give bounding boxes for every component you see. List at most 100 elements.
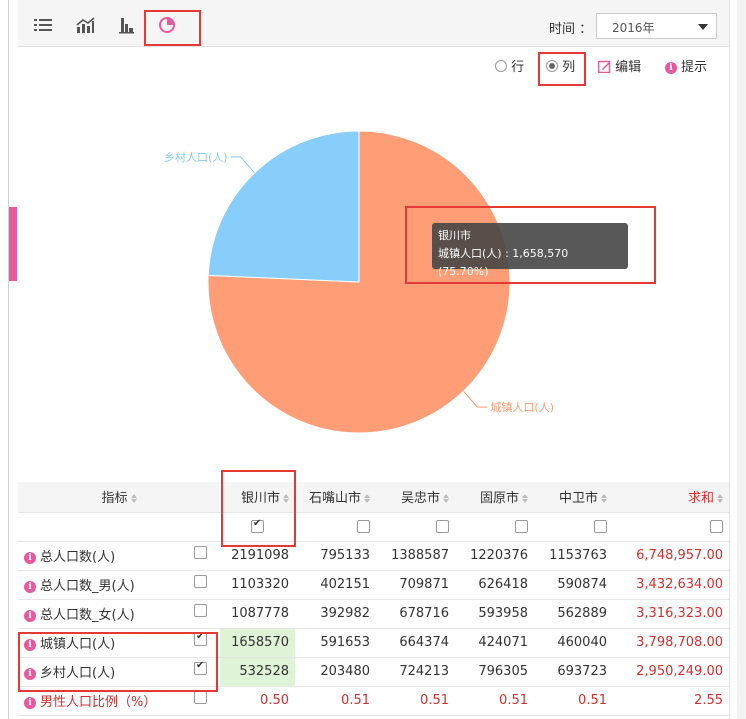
value-cell: 724213 bbox=[376, 657, 455, 687]
value-cell: 678716 bbox=[376, 599, 455, 629]
value-cell: 392982 bbox=[295, 599, 376, 629]
indicator-name: 总人口数_男(人) bbox=[40, 579, 135, 594]
value-cell: 402151 bbox=[295, 570, 376, 600]
indicator-name: 男性人口比例（%） bbox=[40, 695, 157, 710]
data-table: 指标 银川市 石嘴山市 吴忠市 固原市 中卫市 求和 i 总人口数(人) 21910… bbox=[18, 482, 729, 716]
row-checkbox[interactable] bbox=[194, 660, 207, 675]
indicator-cell: i 总人口数(人) bbox=[18, 541, 220, 571]
value-cell: 532528 bbox=[220, 657, 295, 687]
row-checkbox[interactable] bbox=[194, 631, 207, 646]
row-checkbox[interactable] bbox=[194, 546, 207, 559]
indicator-header[interactable]: 指标 bbox=[18, 482, 220, 513]
right-scroll-strip[interactable] bbox=[737, 0, 746, 719]
sort-icon[interactable] bbox=[364, 494, 370, 504]
column-checkbox-cell bbox=[455, 512, 534, 542]
sum-cell: 3,798,708.00 bbox=[613, 628, 729, 658]
table-header-row: 指标 银川市 石嘴山市 吴忠市 固原市 中卫市 求和 bbox=[18, 482, 729, 513]
chevron-down-icon bbox=[698, 24, 708, 30]
value-cell: 2191098 bbox=[220, 541, 295, 571]
indicator-cell: i 总人口数_男(人) bbox=[18, 570, 220, 600]
row-checkbox[interactable] bbox=[194, 575, 207, 588]
sort-icon[interactable] bbox=[522, 494, 528, 504]
value-cell: 709871 bbox=[376, 570, 455, 600]
city-header[interactable]: 吴忠市 bbox=[376, 482, 455, 513]
info-icon[interactable]: i bbox=[24, 551, 36, 564]
indicator-cell: i 乡村人口(人) bbox=[18, 657, 220, 687]
pie-slice-label: 城镇人口(人) bbox=[490, 400, 554, 414]
tooltip-title: 银川市 bbox=[438, 229, 471, 242]
sort-icon[interactable] bbox=[601, 494, 607, 504]
info-icon[interactable]: i bbox=[24, 667, 36, 680]
list-view-icon[interactable] bbox=[30, 12, 56, 38]
table-row: i 城镇人口(人) 16585705916536643744240714600403… bbox=[18, 628, 729, 658]
value-cell: 0.50 bbox=[220, 686, 295, 716]
line-chart-icon[interactable] bbox=[72, 12, 98, 38]
column-checkbox-cell bbox=[220, 512, 295, 542]
year-select-value: 2016年 bbox=[612, 21, 655, 35]
row-checkbox[interactable] bbox=[194, 604, 207, 617]
column-checkbox-cell bbox=[376, 512, 455, 542]
column-checkbox[interactable] bbox=[515, 520, 528, 533]
pie-slice[interactable] bbox=[207, 130, 360, 283]
value-cell: 664374 bbox=[376, 628, 455, 658]
city-header-label: 吴忠市 bbox=[400, 491, 440, 507]
city-header[interactable]: 银川市 bbox=[220, 482, 295, 513]
side-collapse-handle[interactable] bbox=[9, 207, 17, 281]
sum-cell: 2,950,249.00 bbox=[613, 657, 729, 687]
column-checkbox[interactable] bbox=[357, 520, 370, 533]
info-icon[interactable]: i bbox=[24, 638, 36, 651]
toolbar: 时间 ： 2016年 bbox=[18, 0, 729, 47]
column-checkbox[interactable] bbox=[594, 520, 607, 533]
bar-chart-icon[interactable] bbox=[113, 12, 139, 38]
pie-chart: 城镇人口(人) 乡村人口(人) bbox=[164, 130, 554, 434]
value-cell: 1220376 bbox=[455, 541, 534, 571]
value-cell: 203480 bbox=[295, 657, 376, 687]
column-checkbox-cell bbox=[613, 512, 729, 542]
value-cell: 0.51 bbox=[376, 686, 455, 716]
city-header-label: 中卫市 bbox=[558, 491, 598, 507]
value-cell: 1388587 bbox=[376, 541, 455, 571]
value-cell: 0.51 bbox=[455, 686, 534, 716]
info-icon[interactable]: i bbox=[24, 696, 36, 709]
value-cell: 424071 bbox=[455, 628, 534, 658]
pie-label-line bbox=[230, 156, 255, 174]
column-checkbox[interactable] bbox=[251, 518, 264, 533]
value-cell: 0.51 bbox=[534, 686, 613, 716]
sum-header-label: 求和 bbox=[687, 491, 714, 507]
value-cell: 591653 bbox=[295, 628, 376, 658]
time-label: 时间 ： bbox=[549, 22, 593, 37]
column-checkbox-row bbox=[18, 512, 729, 542]
info-icon[interactable]: i bbox=[24, 580, 36, 593]
value-cell: 1153763 bbox=[534, 541, 613, 571]
table-row: i 总人口数_男(人) 1103320 402151 709871 626418 59087… bbox=[18, 570, 729, 600]
chart-tooltip: 银川市 城镇人口(人) : 1,658,570 (75.70%) bbox=[432, 223, 628, 278]
row-checkbox[interactable] bbox=[194, 691, 207, 704]
value-cell: 1087778 bbox=[220, 599, 295, 629]
value-cell: 795133 bbox=[295, 541, 376, 571]
value-cell: 1658570 bbox=[220, 628, 295, 658]
sum-cell: 6,748,957.00 bbox=[613, 541, 729, 571]
column-checkbox-cell bbox=[534, 512, 613, 542]
empty-cell bbox=[18, 512, 220, 542]
info-icon[interactable]: i bbox=[24, 609, 36, 622]
value-cell: 626418 bbox=[455, 570, 534, 600]
indicator-cell: i 总人口数_女(人) bbox=[18, 599, 220, 629]
sum-header[interactable]: 求和 bbox=[613, 482, 729, 513]
column-checkbox[interactable] bbox=[710, 520, 723, 533]
city-header[interactable]: 固原市 bbox=[455, 482, 534, 513]
pie-chart-icon[interactable] bbox=[154, 12, 180, 38]
city-header[interactable]: 石嘴山市 bbox=[295, 482, 376, 513]
sort-icon[interactable] bbox=[717, 494, 723, 504]
sort-icon[interactable] bbox=[130, 494, 137, 504]
year-select[interactable]: 2016年 bbox=[596, 13, 717, 39]
sort-icon[interactable] bbox=[443, 494, 449, 504]
value-cell: 0.51 bbox=[295, 686, 376, 716]
sum-cell: 3,316,323.00 bbox=[613, 599, 729, 629]
city-header[interactable]: 中卫市 bbox=[534, 482, 613, 513]
column-checkbox[interactable] bbox=[436, 520, 449, 533]
pie-label-line bbox=[463, 390, 488, 408]
sort-icon[interactable] bbox=[283, 494, 289, 504]
table-row: i 总人口数(人) 2191098 795133 1388587 1220376 11537… bbox=[18, 541, 729, 571]
left-border bbox=[8, 0, 9, 719]
indicator-name: 乡村人口(人) bbox=[40, 666, 116, 681]
